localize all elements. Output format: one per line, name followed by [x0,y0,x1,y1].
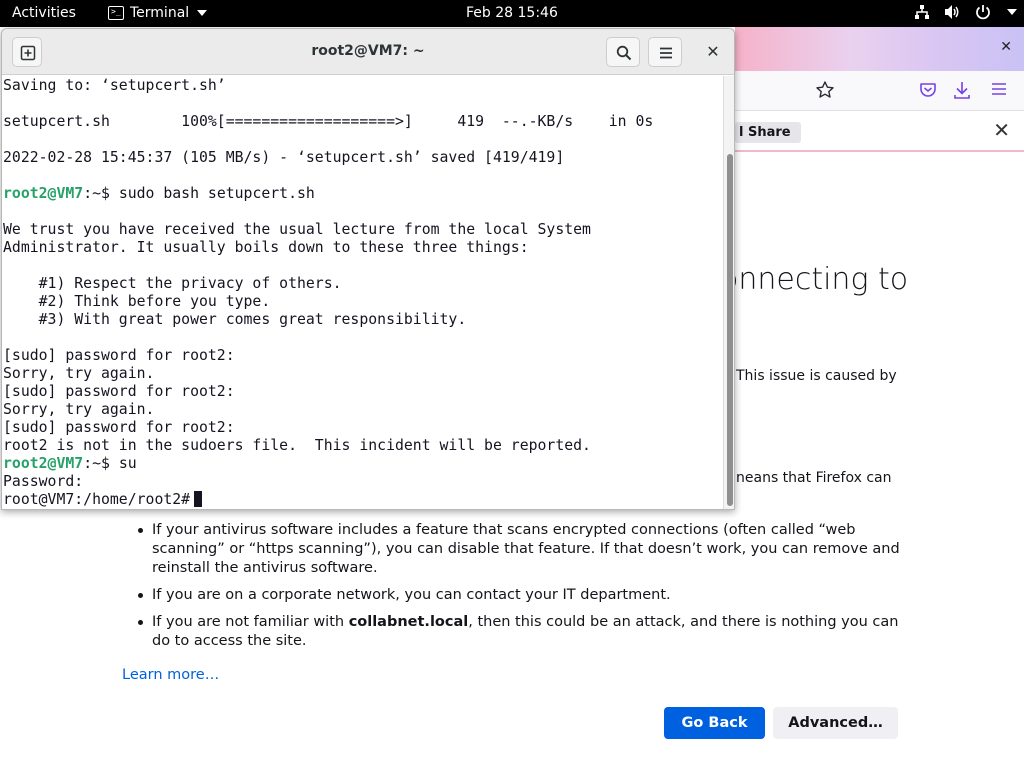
terminal-line: root@VM7:/home/root2# [3,491,722,509]
menu-icon [660,47,672,59]
terminal-line-text: :~$ sudo bash setupcert.sh [83,185,315,202]
terminal-line-text: :~$ su [83,455,137,472]
terminal-line-text: We trust you have received the usual lec… [3,221,591,238]
activities-button[interactable]: Activities [12,5,76,21]
close-button[interactable]: ✕ [702,41,724,63]
power-icon [976,5,990,20]
menu-button[interactable] [648,37,682,67]
terminal-line-text: 2022-02-28 15:45:37 (105 MB/s) - ‘setupc… [3,149,565,166]
clock[interactable]: Feb 28 15:46 [466,5,566,21]
error-explanation: neans that Firefox can [736,470,892,486]
terminal-line: Saving to: ‘setupcert.sh’ [3,77,722,95]
search-icon [616,45,632,61]
terminal-line: #1) Respect the privacy of others. [3,275,722,293]
go-back-button[interactable]: Go Back [664,707,765,739]
terminal-line-text: Administrator. It usually boils down to … [3,239,529,256]
list-item: If your antivirus software includes a fe… [136,521,906,578]
terminal-line: #3) With great power comes great respons… [3,311,722,329]
terminal-line-text: [sudo] password for root2: [3,419,235,436]
terminal-line-text: setupcert.sh 100%[===================>] … [3,113,654,130]
terminal-line-text: Password: [3,473,84,490]
close-icon: ✕ [706,42,720,61]
app-menu-button[interactable]: >_ Terminal [108,5,208,21]
search-button[interactable] [606,37,640,67]
terminal-line: Sorry, try again. [3,365,722,383]
error-heading: onnecting to [720,262,909,297]
terminal-app-icon: >_ [108,6,124,20]
suggestion-list: If your antivirus software includes a fe… [136,521,906,659]
terminal-line: We trust you have received the usual lec… [3,221,722,239]
text-cursor [194,491,203,507]
terminal-line-text: #1) Respect the privacy of others. [3,275,342,292]
domain-name: collabnet.local [348,614,469,630]
app-menu-label: Terminal [130,5,190,21]
terminal-line: root2@VM7:~$ sudo bash setupcert.sh [3,185,722,203]
advanced-button[interactable]: Advanced… [773,707,898,739]
terminal-line: [sudo] password for root2: [3,383,722,401]
terminal-output[interactable]: Saving to: ‘setupcert.sh’ setupcert.sh 10… [2,76,722,509]
terminal-line: setupcert.sh 100%[===================>] … [3,113,722,131]
volume-icon [945,5,959,19]
terminal-line-text: [sudo] password for root2: [3,383,235,400]
error-description: This issue is caused by [736,368,897,384]
terminal-line: root2@VM7:~$ su [3,455,722,473]
terminal-line-text: Saving to: ‘setupcert.sh’ [3,77,226,94]
terminal-line-text: #2) Think before you type. [3,293,271,310]
shell-prompt: root2@VM7 [3,185,84,202]
scrollbar-thumb[interactable] [727,154,733,506]
shell-prompt: root2@VM7 [3,455,84,472]
terminal-header-bar[interactable]: root2@VM7: ~ ✕ [2,29,734,75]
gnome-top-bar: Activities >_ Terminal Feb 28 15:46 [0,0,1024,27]
terminal-line: #2) Think before you type. [3,293,722,311]
terminal-line: Sorry, try again. [3,401,722,419]
terminal-line: [sudo] password for root2: [3,347,722,365]
terminal-line: 2022-02-28 15:45:37 (105 MB/s) - ‘setupc… [3,149,722,167]
list-item: If you are on a corporate network, you c… [136,586,906,605]
list-item: If you are not familiar with collabnet.l… [136,613,906,651]
terminal-line-text: root2 is not in the sudoers file. This i… [3,437,591,454]
terminal-line-text: #3) With great power comes great respons… [3,311,467,328]
terminal-line: Password: [3,473,722,491]
network-icon [915,5,929,19]
terminal-line: [sudo] password for root2: [3,419,722,437]
terminal-scrollbar[interactable] [723,76,734,509]
system-tray[interactable] [914,4,1017,20]
terminal-line: root2 is not in the sudoers file. This i… [3,437,722,455]
terminal-line-text: root@VM7:/home/root2# [3,491,191,508]
chevron-down-icon [1007,9,1017,15]
terminal-line-text: Sorry, try again. [3,365,155,382]
terminal-window[interactable]: root2@VM7: ~ ✕ Saving to: ‘setupcert.sh’… [1,28,735,510]
learn-more-link[interactable]: Learn more… [122,667,219,683]
terminal-line: Administrator. It usually boils down to … [3,239,722,257]
chevron-down-icon [197,10,208,16]
terminal-line-text: [sudo] password for root2: [3,347,235,364]
terminal-line-text: Sorry, try again. [3,401,155,418]
